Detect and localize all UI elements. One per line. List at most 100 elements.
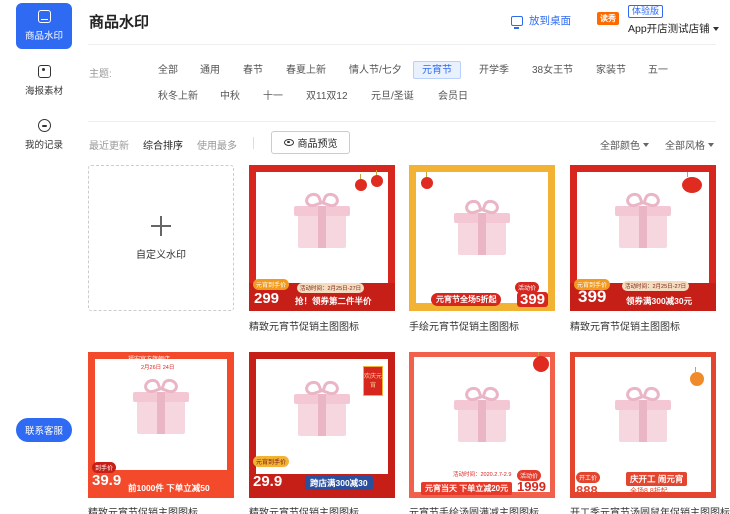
- template-card[interactable]: 福宏官方旗舰店 2月26日 24日 到手价 39.9 前1000件 下单立减50: [88, 352, 234, 498]
- contact-support-button[interactable]: 联系客服: [16, 418, 72, 442]
- divider: [88, 44, 716, 45]
- divider: [253, 137, 254, 149]
- card-cta: 庆开工 闹元宵: [626, 472, 688, 486]
- divider: [88, 121, 716, 122]
- store-selector[interactable]: App开店测试店铺: [628, 21, 719, 36]
- card-note-date: 2月26日 24日: [138, 363, 178, 371]
- sidebar: 商品水印 海报素材 我的记录 联系客服: [0, 0, 88, 514]
- clock-icon: [37, 119, 51, 132]
- card-note: 福宏官方旗舰店: [128, 357, 171, 363]
- sort-comprehensive[interactable]: 综合排序: [143, 137, 183, 152]
- sidebar-item-label: 我的记录: [24, 140, 63, 151]
- theme-tag[interactable]: 五一: [639, 61, 677, 79]
- gift-icon: [454, 384, 510, 442]
- monitor-icon: [37, 10, 51, 23]
- gift-icon: [294, 190, 350, 249]
- card-note: 活动时间：2月25日-27日: [622, 281, 690, 291]
- chevron-down-icon: [643, 142, 649, 147]
- template-card-title: 手绘元宵节促销主图图标: [409, 322, 519, 333]
- card-note: 活动时间：2020.2.7-2.9: [453, 472, 512, 478]
- template-card[interactable]: 元宵节全场5折起 活动价 399: [409, 165, 555, 311]
- sidebar-item-label: 商品水印: [24, 31, 63, 42]
- custom-watermark-label: 自定义水印: [136, 249, 186, 261]
- color-filter-label: 全部颜色: [600, 141, 640, 152]
- template-card-title: 精致元宵节促销主图图标: [570, 322, 680, 333]
- theme-tag[interactable]: 十一: [254, 87, 292, 105]
- gift-icon: [133, 377, 189, 435]
- sidebar-item-label: 海报素材: [24, 86, 63, 97]
- theme-tag[interactable]: 38女王节: [523, 61, 582, 79]
- theme-tag[interactable]: 中秋: [211, 87, 249, 105]
- brand-badge: 读秀: [597, 12, 619, 25]
- sidebar-item-records[interactable]: 我的记录: [16, 112, 72, 158]
- theme-tag[interactable]: 通用: [191, 61, 229, 79]
- chevron-down-icon: [712, 26, 719, 31]
- theme-tag[interactable]: 秋冬上新: [149, 87, 207, 105]
- card-cta: 抢！领券第二件半价: [295, 296, 372, 306]
- desktop-icon: [511, 15, 523, 29]
- theme-tag-selected[interactable]: 元宵节: [413, 61, 461, 79]
- theme-tag[interactable]: 会员日: [429, 87, 477, 105]
- sidebar-item-poster[interactable]: 海报素材: [16, 58, 72, 104]
- style-filter-label: 全部风格: [665, 141, 705, 152]
- card-note: 全场8.8折起: [630, 488, 668, 495]
- image-icon: [37, 65, 51, 78]
- eye-icon: [283, 139, 294, 146]
- theme-tag[interactable]: 元旦/圣诞: [362, 87, 423, 105]
- theme-tag[interactable]: 全部: [149, 61, 187, 79]
- template-card[interactable]: 活动时间：2月25日-27日 元宵到手价 399 领券满300减30元: [570, 165, 716, 311]
- gift-icon: [615, 190, 671, 249]
- theme-tag[interactable]: 情人节/七夕: [340, 61, 411, 79]
- template-card[interactable]: 欢庆元宵 元宵到手价 29.9 跨店满300减30: [249, 352, 395, 498]
- card-cta: 领券满300减30元: [626, 296, 693, 306]
- lantern-icon: [421, 172, 433, 189]
- theme-label: 主题:: [89, 69, 112, 80]
- price-tag: 元宵到手价: [253, 456, 290, 467]
- chevron-down-icon: [708, 142, 714, 147]
- theme-tag[interactable]: 春夏上新: [277, 61, 335, 79]
- sidebar-item-watermark[interactable]: 商品水印: [16, 3, 72, 49]
- template-card-title: 精致元宵节促销主图图标: [88, 508, 198, 514]
- sort-recent[interactable]: 最近更新: [89, 137, 129, 152]
- card-cta: 前1000件 下单立减50: [128, 483, 210, 493]
- card-note: 活动时间：2月25日-27日: [297, 283, 365, 293]
- store-name: App开店测试店铺: [628, 23, 710, 35]
- custom-watermark-card[interactable]: 自定义水印: [88, 165, 234, 311]
- template-card[interactable]: 活动时间：2020.2.7-2.9 元宵当天 下单立减20元 活动价 1999: [409, 352, 555, 498]
- theme-tag[interactable]: 双11双12: [297, 87, 357, 105]
- template-card-title: 开工季元宵节汤圆鼠年促销主图图标: [570, 508, 730, 514]
- theme-tag[interactable]: 家装节: [587, 61, 635, 79]
- add-to-desktop-link[interactable]: 放到桌面: [511, 13, 571, 29]
- theme-tag[interactable]: 开学季: [470, 61, 518, 79]
- template-card[interactable]: 活动时间：2月25日-27日 元宵到手价 299 抢！领券第二件半价: [249, 165, 395, 311]
- card-cta: 元宵节全场5折起: [431, 293, 502, 306]
- card-canvas: [95, 359, 227, 472]
- card-price: 399: [578, 287, 607, 306]
- product-preview-button[interactable]: 商品预览: [271, 131, 350, 154]
- template-card[interactable]: 开工价 888 庆开工 闹元宵 全场8.8折起: [570, 352, 716, 498]
- card-price: 29.9: [253, 473, 283, 490]
- theme-tag[interactable]: 春节: [234, 61, 272, 79]
- add-to-desktop-label: 放到桌面: [529, 15, 571, 27]
- plus-icon: [151, 215, 171, 236]
- lantern-icon: [371, 170, 383, 187]
- trial-badge: 体验版: [628, 5, 664, 18]
- card-note: 欢庆元宵: [363, 366, 383, 396]
- lantern-icon: [533, 352, 549, 372]
- card-cta: 元宵当天 下单立减20元: [421, 482, 513, 495]
- style-filter-dropdown[interactable]: 全部风格: [665, 137, 714, 152]
- lantern-icon: [682, 172, 702, 193]
- price-tag: 元宵到手价: [253, 279, 290, 290]
- gift-icon: [615, 384, 671, 442]
- color-filter-dropdown[interactable]: 全部颜色: [600, 137, 649, 152]
- card-price: 39.9: [92, 472, 122, 489]
- product-preview-label: 商品预览: [297, 139, 338, 150]
- template-card-title: 精致元宵节促销主图图标: [249, 322, 359, 333]
- card-price: 888: [576, 483, 598, 498]
- card-price: 399: [517, 292, 549, 307]
- lantern-icon: [355, 174, 367, 191]
- card-canvas: [256, 172, 388, 287]
- sort-most-used[interactable]: 使用最多: [197, 137, 237, 152]
- gift-icon: [294, 378, 350, 437]
- gift-icon: [454, 197, 510, 256]
